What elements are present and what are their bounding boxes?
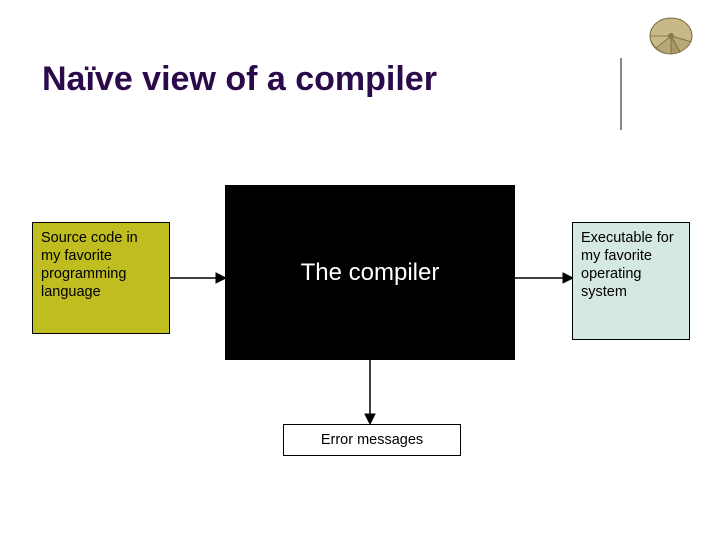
error-messages-box: Error messages [283,424,461,456]
shell-icon [644,14,698,60]
source-code-box: Source code in my favorite programming l… [32,222,170,334]
executable-box: Executable for my favorite operating sys… [572,222,690,340]
arrow-compiler-to-output [515,270,573,286]
arrow-source-to-compiler [170,270,226,286]
slide-title: Naïve view of a compiler [42,60,437,99]
title-divider [620,58,622,130]
compiler-box: The compiler [225,185,515,360]
arrow-compiler-to-errors [362,360,378,424]
